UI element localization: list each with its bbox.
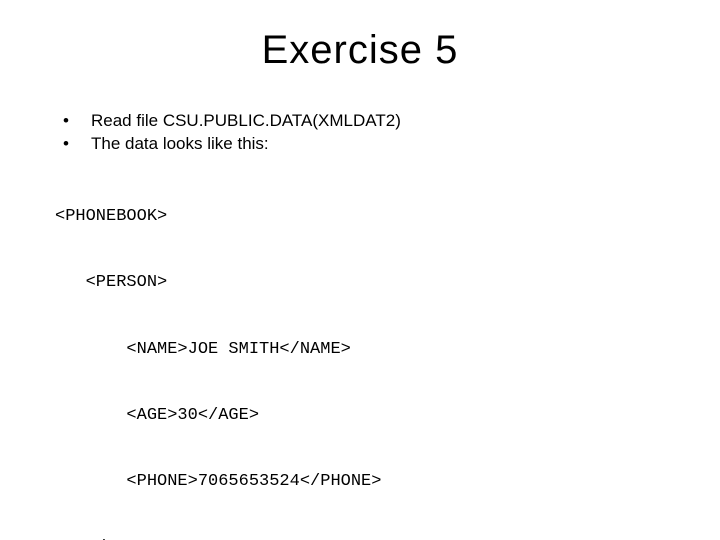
slide: Exercise 5 Read file CSU.PUBLIC.DATA(XML…: [0, 0, 720, 540]
slide-title: Exercise 5: [0, 28, 720, 73]
bullet-item: Read file CSU.PUBLIC.DATA(XMLDAT2): [55, 110, 665, 133]
code-line: <AGE>30</AGE>: [55, 405, 665, 427]
slide-content: Read file CSU.PUBLIC.DATA(XMLDAT2) The d…: [55, 110, 665, 540]
code-block: <PHONEBOOK> <PERSON> <NAME>JOE SMITH</NA…: [55, 162, 665, 540]
bullet-list: Read file CSU.PUBLIC.DATA(XMLDAT2) The d…: [55, 110, 665, 156]
code-line: <PERSON>: [55, 272, 665, 294]
bullet-item: The data looks like this:: [55, 133, 665, 156]
code-line: <PHONE>7065653524</PHONE>: [55, 471, 665, 493]
code-line: <PHONEBOOK>: [55, 206, 665, 228]
code-line: <NAME>JOE SMITH</NAME>: [55, 339, 665, 361]
